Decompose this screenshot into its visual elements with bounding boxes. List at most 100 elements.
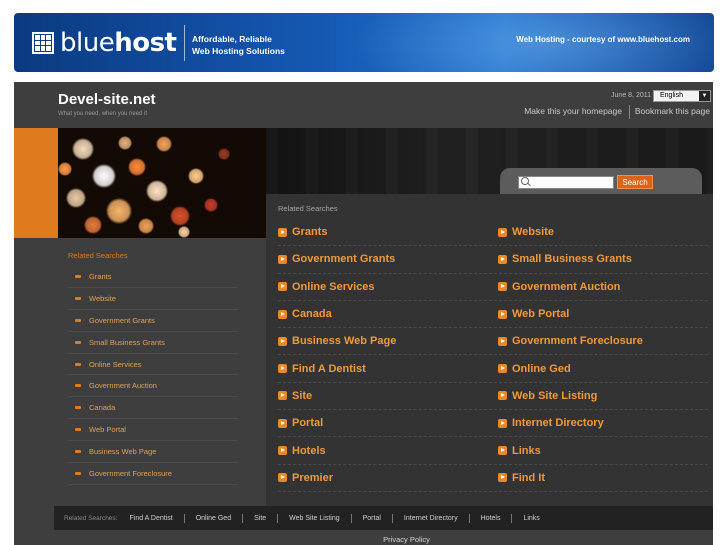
footer-divider	[242, 513, 244, 523]
footer-link[interactable]: Online Ged	[196, 515, 231, 522]
related-searches-panel: Related Searches Grants Website Government…	[266, 194, 713, 506]
sidebar-item[interactable]: Government Grants	[68, 310, 238, 332]
banner-tagline: Affordable, Reliable Web Hosting Solutio…	[192, 34, 285, 56]
bokeh-dot	[188, 168, 204, 184]
related-search-label: Government Grants	[292, 253, 396, 266]
sidebar-item-label: Government Grants	[89, 315, 155, 325]
related-search-link[interactable]: Grants	[278, 219, 498, 245]
arrow-right-icon	[278, 473, 287, 483]
bullet-icon	[75, 362, 81, 366]
bokeh-dot	[118, 136, 132, 150]
results-row: Government Grants Small Business Grants	[278, 246, 708, 274]
site-container: Devel-site.net What you need, when you n…	[14, 82, 713, 545]
bokeh-dot	[66, 188, 86, 208]
date-label: June 8, 2011	[611, 92, 651, 99]
site-title[interactable]: Devel-site.net	[58, 91, 156, 108]
related-search-link[interactable]: Small Business Grants	[498, 246, 708, 272]
sidebar-item[interactable]: Website	[68, 288, 238, 310]
sidebar-item[interactable]: Small Business Grants	[68, 332, 238, 354]
related-search-link[interactable]: Links	[498, 437, 708, 463]
language-value: English	[660, 92, 683, 99]
header-link-divider	[629, 105, 630, 119]
language-select[interactable]: English ▼	[653, 90, 711, 102]
bokeh-dot	[92, 164, 116, 188]
footer-divider	[183, 513, 185, 523]
arrow-right-icon	[498, 418, 507, 428]
footer-related-bar: Related Searches: Find A Dentist Online G…	[54, 506, 713, 530]
footer-link[interactable]: Site	[254, 515, 266, 522]
sidebar-item-label: Web Portal	[89, 425, 126, 435]
bokeh-dot	[72, 138, 94, 160]
related-search-label: Government Foreclosure	[512, 335, 643, 348]
related-search-label: Internet Directory	[512, 417, 604, 430]
sidebar-item[interactable]: Online Services	[68, 354, 238, 376]
related-search-label: Web Site Listing	[512, 389, 598, 402]
bullet-icon	[75, 318, 81, 322]
footer-link[interactable]: Web Site Listing	[289, 515, 339, 522]
make-homepage-link[interactable]: Make this your homepage	[524, 106, 622, 116]
bokeh-dot	[218, 148, 230, 160]
related-search-link[interactable]: Portal	[278, 410, 498, 436]
bokeh-dot	[58, 162, 72, 176]
bluehost-banner[interactable]: bluehost Affordable, Reliable Web Hostin…	[14, 13, 714, 72]
related-search-link[interactable]: Government Foreclosure	[498, 328, 708, 354]
arrow-right-icon	[498, 391, 507, 401]
arrow-right-icon	[278, 391, 287, 401]
sidebar-item[interactable]: Government Foreclosure	[68, 463, 238, 485]
sidebar-item[interactable]: Web Portal	[68, 419, 238, 442]
related-search-link[interactable]: Government Auction	[498, 274, 708, 300]
search-button[interactable]: Search	[617, 175, 653, 189]
arrow-right-icon	[278, 418, 287, 428]
bluehost-grid-icon	[32, 32, 54, 54]
results-row: Business Web Page Government Foreclosure	[278, 328, 708, 356]
bookmark-link[interactable]: Bookmark this page	[635, 106, 710, 116]
related-search-link[interactable]: Canada	[278, 301, 498, 327]
footer-link[interactable]: Hotels	[481, 515, 501, 522]
footer-link[interactable]: Links	[523, 515, 539, 522]
related-search-label: Canada	[292, 308, 332, 321]
bullet-icon	[75, 428, 81, 432]
banner-courtesy-text[interactable]: Web Hosting - courtesy of www.bluehost.c…	[516, 35, 690, 44]
sidebar-item-label: Grants	[89, 271, 112, 281]
footer-link[interactable]: Find A Dentist	[129, 515, 172, 522]
sidebar-item[interactable]: Business Web Page	[68, 441, 238, 464]
sidebar-item[interactable]: Canada	[68, 397, 238, 420]
arrow-right-icon	[278, 227, 287, 237]
related-search-link[interactable]: Find It	[498, 465, 708, 491]
related-search-link[interactable]: Online Ged	[498, 355, 708, 381]
orange-accent-bar	[14, 128, 58, 238]
related-search-link[interactable]: Web Site Listing	[498, 383, 708, 409]
related-search-link[interactable]: Online Services	[278, 274, 498, 300]
related-search-label: Hotels	[292, 444, 326, 457]
related-search-label: Online Ged	[512, 362, 571, 375]
sidebar-item[interactable]: Government Auction	[68, 375, 238, 398]
bluehost-logo[interactable]: bluehost	[32, 28, 177, 58]
related-search-link[interactable]: Website	[498, 219, 708, 245]
bokeh-dot	[128, 158, 146, 176]
related-search-link[interactable]: Site	[278, 383, 498, 409]
chevron-down-icon[interactable]: ▼	[699, 91, 710, 101]
panel-title: Related Searches	[278, 204, 338, 213]
arrow-right-icon	[498, 227, 507, 237]
related-search-link[interactable]: Web Portal	[498, 301, 708, 327]
arrow-right-icon	[278, 446, 287, 456]
sidebar-item-label: Canada	[89, 403, 116, 413]
bullet-icon	[75, 471, 81, 475]
arrow-right-icon	[498, 254, 507, 264]
privacy-policy-link[interactable]: Privacy Policy	[14, 535, 727, 544]
related-search-label: Portal	[292, 417, 324, 430]
sidebar-item[interactable]: Grants	[68, 266, 238, 288]
footer-link[interactable]: Internet Directory	[404, 515, 458, 522]
related-search-link[interactable]: Internet Directory	[498, 410, 708, 436]
related-searches-grid: Grants Website Government Grants Small Busi…	[278, 219, 708, 492]
bullet-icon	[75, 274, 81, 278]
related-search-link[interactable]: Find A Dentist	[278, 355, 498, 381]
arrow-right-icon	[278, 309, 287, 319]
related-search-link[interactable]: Premier	[278, 465, 498, 491]
footer-link[interactable]: Portal	[363, 515, 381, 522]
related-search-link[interactable]: Hotels	[278, 437, 498, 463]
related-search-link[interactable]: Business Web Page	[278, 328, 498, 354]
related-search-link[interactable]: Government Grants	[278, 246, 498, 272]
bullet-icon	[75, 296, 81, 300]
search-input[interactable]	[518, 176, 614, 189]
